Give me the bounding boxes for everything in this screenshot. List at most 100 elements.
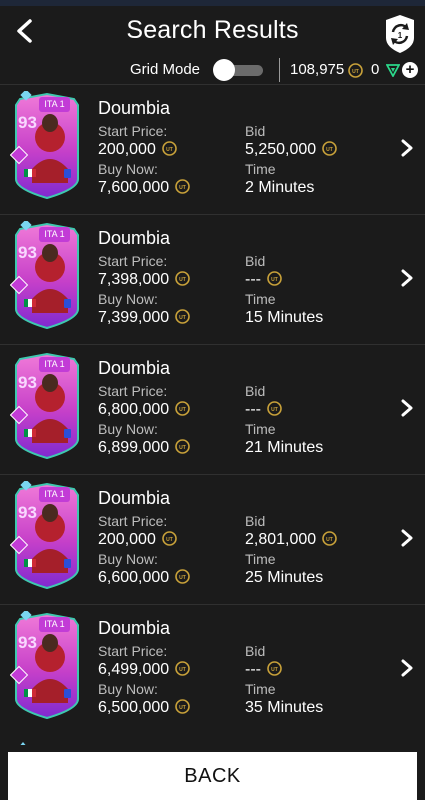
bid-label: Bid [245, 643, 266, 659]
player-name: Doumbia [98, 98, 171, 118]
league-badge: ITA 1 [39, 227, 70, 242]
start-price-amount: 6,499,000 [98, 661, 170, 678]
result-row[interactable]: ITA 1 93 Doumbia Start Price: 6,499,000 U… [0, 604, 425, 734]
footer-bar: BACK [0, 745, 425, 800]
result-row[interactable]: ITA 1 93 Doumbia Start Price: 7,398,000 U… [0, 214, 425, 344]
svg-text:UT: UT [166, 537, 173, 543]
card-rating: 93 [18, 113, 37, 132]
buy-now-label: Buy Now: [98, 681, 158, 697]
coin-icon: UT [162, 141, 177, 156]
start-price-label: Start Price: [98, 253, 168, 269]
svg-text:UT: UT [352, 69, 359, 75]
svg-text:UT: UT [166, 147, 173, 153]
buy-now-label: Buy Now: [98, 161, 158, 177]
chevron-right-icon[interactable] [401, 659, 413, 677]
time-label: Time [245, 161, 276, 177]
coin-icon: UT [175, 179, 190, 194]
coin-icon: UT [267, 401, 282, 416]
start-price-value: 6,800,000 UT [98, 401, 190, 419]
buy-now-label: Buy Now: [98, 291, 158, 307]
start-price-amount: 6,800,000 [98, 401, 170, 418]
page-title: Search Results [126, 16, 299, 44]
svg-text:UT: UT [179, 407, 186, 413]
player-name: Doumbia [98, 228, 171, 248]
grid-mode-toggle[interactable] [213, 59, 263, 81]
bid-value: --- UT [245, 271, 282, 289]
coin-icon: UT [162, 531, 177, 546]
svg-text:1: 1 [398, 31, 403, 40]
time-value: 21 Minutes [245, 439, 324, 456]
sub-header: Grid Mode 108,975 UT 0 + [0, 56, 425, 84]
card-rating: 93 [18, 633, 37, 652]
buy-now-value: 7,399,000 UT [98, 309, 190, 327]
coin-icon: UT [322, 531, 337, 546]
svg-text:UT: UT [179, 185, 186, 191]
start-price-amount: 200,000 [98, 141, 156, 158]
divider [279, 58, 280, 82]
coin-icon: UT [175, 439, 190, 454]
bid-amount: --- [245, 271, 261, 288]
coin-icon: UT [322, 141, 337, 156]
points-icon [386, 64, 400, 77]
bid-amount: 2,801,000 [245, 531, 317, 548]
coin-icon: UT [267, 661, 282, 676]
bid-value: --- UT [245, 661, 282, 679]
time-label: Time [245, 551, 276, 567]
chevron-right-icon[interactable] [401, 529, 413, 547]
svg-text:UT: UT [326, 537, 333, 543]
league-badge: ITA 1 [39, 617, 70, 632]
chevron-right-icon[interactable] [401, 269, 413, 287]
start-price-label: Start Price: [98, 123, 168, 139]
result-row[interactable]: ITA 1 93 Doumbia Start Price: 6,800,000 U… [0, 344, 425, 474]
start-price-label: Start Price: [98, 643, 168, 659]
start-price-label: Start Price: [98, 513, 168, 529]
card-rating: 93 [18, 373, 37, 392]
coin-icon: UT [175, 699, 190, 714]
buy-now-amount: 7,600,000 [98, 179, 170, 196]
bid-label: Bid [245, 123, 266, 139]
buy-now-label: Buy Now: [98, 551, 158, 567]
bid-value: --- UT [245, 401, 282, 419]
coin-icon: UT [267, 271, 282, 286]
bid-value: 5,250,000 UT [245, 141, 337, 159]
result-row[interactable]: ITA 1 93 Doumbia Start Price: 200,000 UT … [0, 84, 425, 214]
svg-text:UT: UT [179, 277, 186, 283]
bid-value: 2,801,000 UT [245, 531, 337, 549]
start-price-value: 200,000 UT [98, 141, 177, 159]
top-bar: Search Results 1 [0, 6, 425, 56]
coin-icon: UT [175, 401, 190, 416]
toggle-knob [213, 59, 235, 81]
coin-icon: UT [175, 661, 190, 676]
bid-amount: --- [245, 661, 261, 678]
time-value: 35 Minutes [245, 699, 324, 716]
bid-label: Bid [245, 513, 266, 529]
buy-now-value: 6,899,000 UT [98, 439, 190, 457]
coin-icon: UT [175, 569, 190, 584]
chevron-right-icon[interactable] [401, 399, 413, 417]
card-rating: 93 [18, 243, 37, 262]
start-price-label: Start Price: [98, 383, 168, 399]
league-badge: ITA 1 [39, 487, 70, 502]
coin-balance: 108,975 [290, 61, 345, 78]
svg-text:UT: UT [271, 667, 278, 673]
start-price-value: 6,499,000 UT [98, 661, 190, 679]
refresh-icon[interactable]: 1 [383, 14, 417, 54]
player-name: Doumbia [98, 358, 171, 378]
add-points-button[interactable]: + [402, 62, 418, 78]
start-price-value: 7,398,000 UT [98, 271, 190, 289]
start-price-value: 200,000 UT [98, 531, 177, 549]
time-label: Time [245, 421, 276, 437]
time-label: Time [245, 291, 276, 307]
league-badge: ITA 1 [39, 357, 70, 372]
time-value: 2 Minutes [245, 179, 315, 196]
bid-label: Bid [245, 253, 266, 269]
svg-text:UT: UT [179, 445, 186, 451]
time-value: 15 Minutes [245, 309, 324, 326]
chevron-right-icon[interactable] [401, 139, 413, 157]
result-row[interactable]: ITA 1 93 Doumbia Start Price: 200,000 UT … [0, 474, 425, 604]
buy-now-value: 6,600,000 UT [98, 569, 190, 587]
svg-text:UT: UT [179, 667, 186, 673]
back-button[interactable]: BACK [8, 752, 417, 800]
svg-text:UT: UT [271, 407, 278, 413]
start-price-amount: 7,398,000 [98, 271, 170, 288]
